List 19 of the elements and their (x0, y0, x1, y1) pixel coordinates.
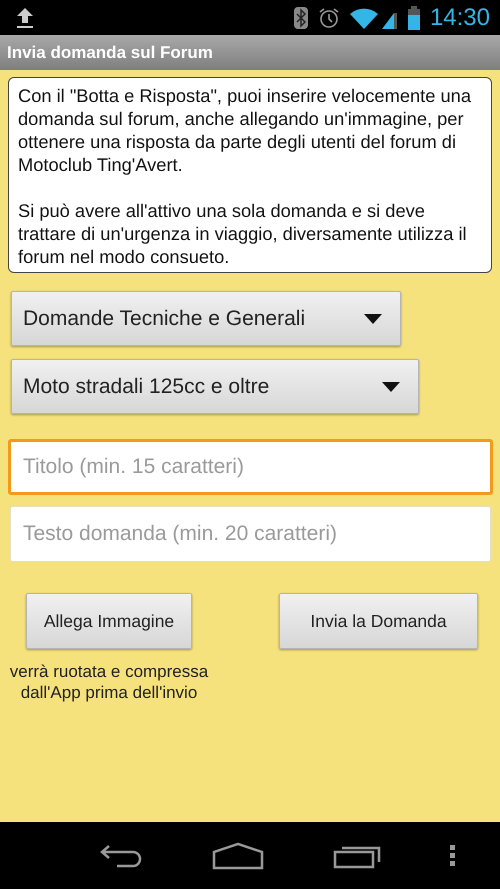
screen-title: Invia domanda sul Forum (7, 42, 213, 62)
category-dropdown[interactable]: Moto stradali 125cc e oltre (11, 359, 419, 414)
category-dropdown[interactable]: Domande Tecniche e Generali (11, 291, 401, 346)
battery-icon (408, 6, 420, 30)
attach-image-button[interactable]: Allega Immagine (26, 593, 192, 649)
wifi-signal-icon (350, 6, 398, 28)
overflow-menu-icon[interactable] (450, 844, 456, 866)
info-paragraph: Si può avere all'attivo una sola domanda e si deve trattare di un'urgenza in viaggio, diversamente utilizza il forum nel modo consueto. (18, 199, 468, 268)
send-question-button[interactable]: Invia la Domanda (279, 593, 478, 649)
info-paragraph: Con il "Botta e Risposta", puoi inserire velocemente una domanda sul forum, anche allegando un'immagine, per ottenere una risposta da parte degli utenti del forum di Motoclub Ting'Avert. (18, 84, 472, 176)
status-time: 14:30 (430, 4, 490, 32)
bluetooth-icon (294, 6, 308, 28)
attach-note: verrà ruotata e compressa dall'App prima dell'invio (8, 661, 210, 703)
dropdown-arrow-icon (364, 314, 382, 324)
text-input-field[interactable]: Titolo (min. 15 caratteri) (8, 439, 493, 495)
alarm-clock-icon (318, 6, 340, 28)
dropdown-arrow-icon (382, 382, 400, 392)
home-icon[interactable] (212, 842, 264, 870)
upload-icon (16, 6, 34, 28)
